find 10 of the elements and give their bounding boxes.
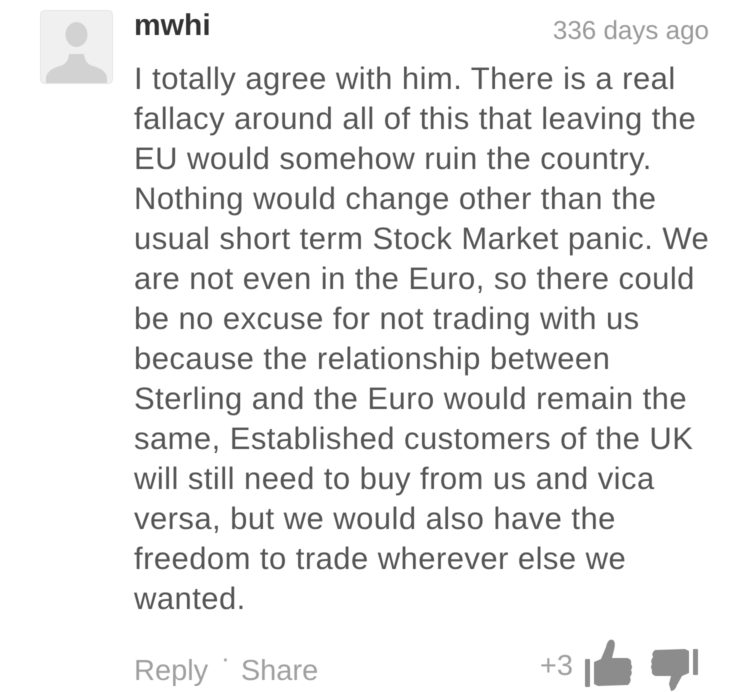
comment-text: I totally agree with him. There is a real fallacy around all of this that leaving the EU would somehow ruin the country. Nothing would change other than the usual short term Stock Market panic. We are not even in the Euro, so there could be no excuse for not trading with us because the relationship between Sterling and the Euro would remain the same, Established customers of the UK will still need to buy from us and vica versa, but we would also have the freedom to trade wherever else we wanted. bbox=[134, 60, 710, 618]
vote-score: +3 bbox=[540, 649, 573, 684]
timestamp[interactable]: 336 days ago bbox=[552, 14, 709, 46]
avatar-icon bbox=[40, 10, 113, 84]
action-link[interactable]: Share bbox=[240, 655, 318, 687]
separator-dot: · bbox=[221, 648, 230, 668]
thumbs-down-icon[interactable] bbox=[648, 649, 698, 691]
action-link[interactable]: Reply bbox=[134, 655, 208, 687]
author-name[interactable]: mwhi bbox=[134, 10, 211, 42]
thumbs-up-icon[interactable] bbox=[585, 637, 633, 689]
